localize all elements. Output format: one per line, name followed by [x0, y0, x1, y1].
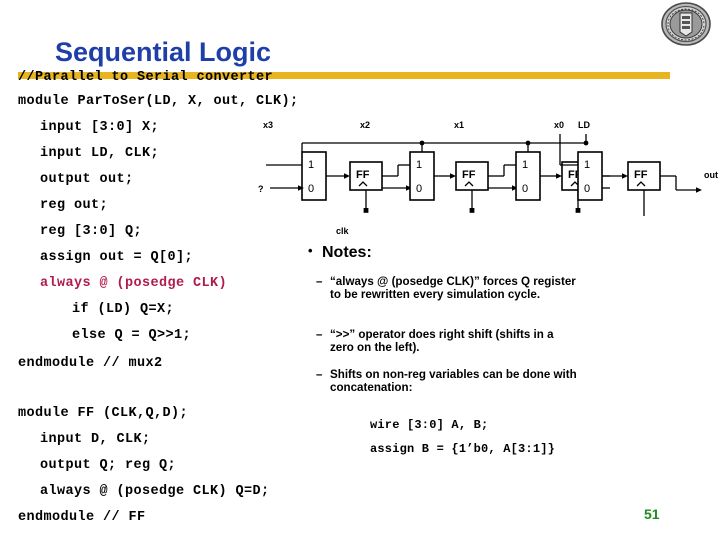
code-line-ff-output: output Q; reg Q; — [40, 458, 177, 473]
code-line-output-out: output out; — [40, 172, 134, 187]
code-line-reg-out: reg out; — [40, 198, 109, 213]
code-line-endmodule-mux2: endmodule // mux2 — [18, 356, 163, 371]
dash-icon: – — [316, 275, 323, 288]
code-line-ff-module-decl: module FF (CLK,Q,D); — [18, 406, 189, 421]
svg-text:1: 1 — [522, 159, 528, 171]
note-item-3: – Shifts on non-reg variables can be done… — [316, 368, 578, 395]
dash-icon: – — [316, 368, 323, 381]
bullet-icon: • — [308, 243, 313, 258]
code-line-always-posedge: always @ (posedge CLK) — [40, 276, 228, 291]
svg-text:FF: FF — [462, 169, 476, 181]
code-line-input-ld-clk: input LD, CLK; — [40, 146, 160, 161]
code-line-ff-endmodule: endmodule // FF — [18, 510, 146, 525]
svg-text:0: 0 — [416, 183, 422, 195]
svg-text:clk: clk — [336, 226, 350, 236]
svg-text:x2: x2 — [360, 120, 370, 130]
note-item-2-text: “>>” operator does right shift (shifts i… — [330, 328, 554, 355]
svg-text:FF: FF — [356, 169, 370, 181]
svg-text:?: ? — [258, 184, 264, 194]
svg-text:out: out — [704, 170, 718, 180]
svg-text:x3: x3 — [263, 120, 273, 130]
code-line-else-shift: else Q = Q>>1; — [72, 328, 192, 343]
note-item-3-text: Shifts on non-reg variables can be done … — [330, 368, 577, 395]
code-line-assign-concat: assign B = {1’b0, A[3:1]} — [370, 442, 556, 456]
code-line-reg-q: reg [3:0] Q; — [40, 224, 143, 239]
note-item-1: – “always @ (posedge CLK)” forces Q regis… — [316, 275, 578, 302]
code-line-module-decl: module ParToSer(LD, X, out, CLK); — [18, 94, 299, 109]
svg-text:x1: x1 — [454, 120, 464, 130]
svg-text:FF: FF — [634, 169, 648, 181]
svg-text:LD: LD — [578, 120, 590, 130]
code-line-ff-input: input D, CLK; — [40, 432, 151, 447]
svg-text:0: 0 — [522, 183, 528, 195]
code-line-wire-decl: wire [3:0] A, B; — [370, 418, 489, 432]
page-number: 51 — [644, 506, 660, 522]
code-line-if-ld: if (LD) Q=X; — [72, 302, 175, 317]
svg-text:1: 1 — [584, 159, 590, 171]
svg-text:x0: x0 — [554, 120, 564, 130]
code-line-input-x: input [3:0] X; — [40, 120, 160, 135]
code-line-assign-out: assign out = Q[0]; — [40, 250, 194, 265]
svg-text:0: 0 — [584, 183, 590, 195]
svg-text:1: 1 — [308, 159, 314, 171]
svg-text:1: 1 — [416, 159, 422, 171]
code-comment-line: //Parallel to Serial converter — [18, 70, 274, 85]
page-title: Sequential Logic — [55, 37, 272, 67]
note-item-2: – “>>” operator does right shift (shifts … — [316, 328, 578, 355]
svg-text:0: 0 — [308, 183, 314, 195]
notes-heading-label: Notes: — [322, 244, 372, 261]
slide-canvas: Sequential Logic //Parallel to Serial co… — [0, 0, 720, 540]
parallel-to-serial-circuit-diagram: 1 0 ? FF 1 0 FF 1 0 FF 1 0 FF clk x3 x2 … — [258, 112, 720, 242]
note-item-1-text: “always @ (posedge CLK)” forces Q regist… — [330, 275, 576, 302]
notes-heading: • Notes: — [308, 243, 372, 262]
university-seal-logo — [660, 2, 712, 46]
code-line-ff-always: always @ (posedge CLK) Q=D; — [40, 484, 270, 499]
dash-icon: – — [316, 328, 323, 341]
